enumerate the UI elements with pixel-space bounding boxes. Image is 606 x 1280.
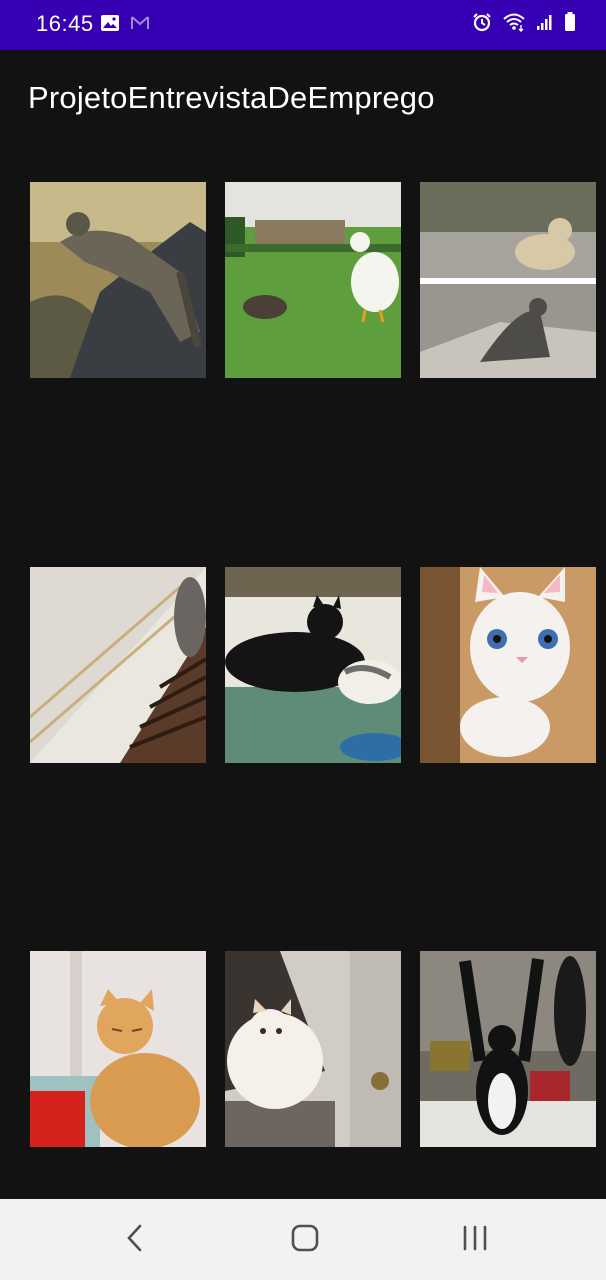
home-button[interactable]: [285, 1223, 325, 1257]
grid-photo[interactable]: [30, 567, 206, 763]
grid-photo[interactable]: [225, 567, 401, 763]
home-icon: [290, 1223, 320, 1257]
grid-photo[interactable]: [225, 951, 401, 1147]
recents-button[interactable]: [455, 1223, 495, 1257]
grid-photo[interactable]: [420, 951, 596, 1147]
photo-grid: [0, 0, 606, 1200]
grid-photo[interactable]: [30, 951, 206, 1147]
back-button[interactable]: [115, 1223, 155, 1257]
grid-photo[interactable]: [30, 182, 206, 378]
grid-photo[interactable]: [225, 182, 401, 378]
grid-photo[interactable]: [420, 182, 596, 378]
grid-photo[interactable]: [420, 567, 596, 763]
recents-icon: [460, 1224, 490, 1256]
back-icon: [125, 1223, 145, 1257]
navigation-bar: [0, 1199, 606, 1280]
